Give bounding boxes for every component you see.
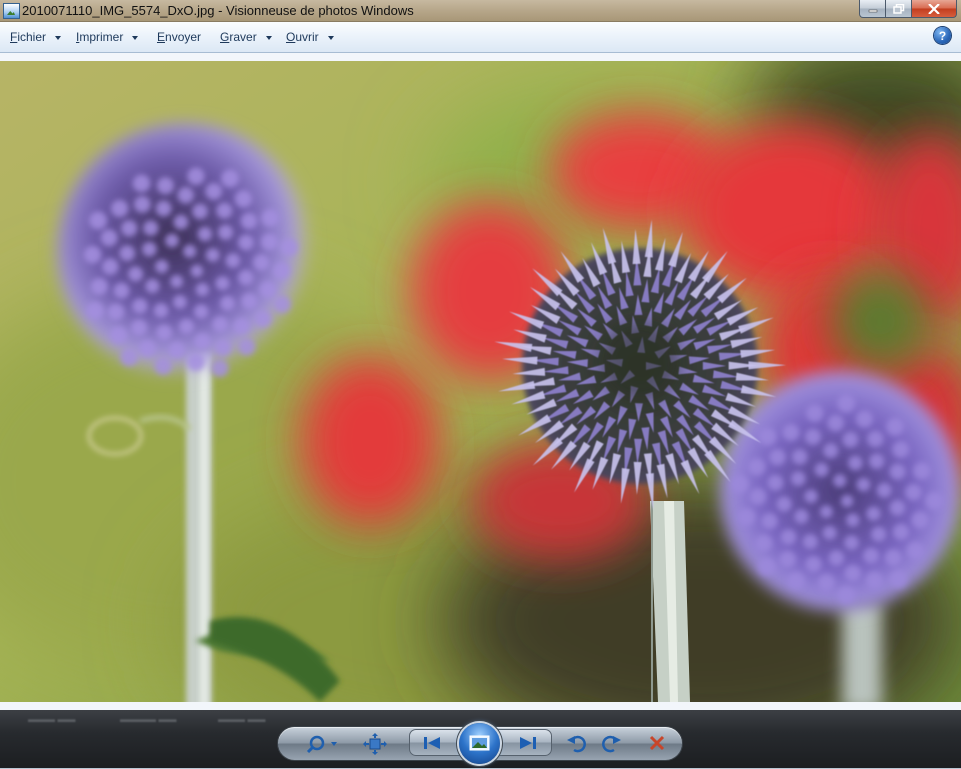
- previous-icon: [424, 737, 440, 749]
- menu-imprimer-label: Imprimer: [76, 30, 124, 44]
- chevron-down-icon: [265, 35, 272, 40]
- rotate-right-button[interactable]: [598, 731, 624, 755]
- menu-envoyer[interactable]: Envoyer: [157, 30, 201, 44]
- help-icon[interactable]: ?: [934, 27, 951, 44]
- photo-viewer-app-icon[interactable]: [3, 3, 20, 19]
- menu-ouvrir-label: Ouvrir: [286, 30, 319, 44]
- fit-window-button[interactable]: [362, 732, 388, 756]
- title-bar: 2010071110_IMG_5574_DxO.jpg - Visionneus…: [0, 0, 961, 22]
- menu-graver[interactable]: Graver: [220, 30, 272, 44]
- blurred-thumbnail-caption: ▬▬▬ ▬▬: [218, 714, 266, 724]
- slideshow-icon: [469, 735, 490, 751]
- close-icon: [928, 3, 940, 14]
- restore-icon: [892, 3, 904, 14]
- next-icon: [520, 737, 536, 749]
- next-button[interactable]: [514, 732, 542, 754]
- window-title: 2010071110_IMG_5574_DxO.jpg - Visionneus…: [22, 3, 414, 18]
- fit-window-icon: [363, 733, 387, 755]
- zoom-icon: [306, 735, 337, 754]
- previous-button[interactable]: [418, 732, 446, 754]
- restore-button[interactable]: [886, 0, 912, 18]
- menu-fichier[interactable]: Fichier: [10, 30, 62, 44]
- photo-display[interactable]: [0, 61, 961, 702]
- menu-graver-label: Graver: [220, 30, 257, 44]
- zoom-button[interactable]: [302, 732, 342, 756]
- rotate-left-icon: [567, 735, 586, 753]
- chevron-down-icon: [327, 35, 334, 40]
- chevron-down-icon: [132, 35, 139, 40]
- control-bar: ▬▬▬ ▬▬ ▬▬▬▬ ▬▬ ▬▬▬ ▬▬: [0, 710, 961, 768]
- blurred-thumbnail-caption: ▬▬▬▬ ▬▬: [120, 714, 177, 724]
- rotate-left-button[interactable]: [564, 731, 590, 755]
- menu-bar: Fichier Imprimer Envoyer Graver Ouvrir ?: [0, 22, 961, 53]
- close-button[interactable]: [912, 0, 957, 18]
- flower-photo: [0, 61, 961, 702]
- photo-top-margin: [0, 53, 961, 61]
- window-controls: [859, 0, 957, 18]
- minimize-icon: [868, 9, 877, 12]
- blurred-thumbnail-caption: ▬▬▬ ▬▬: [28, 714, 76, 724]
- menu-envoyer-label: Envoyer: [157, 30, 202, 44]
- slideshow-button[interactable]: [459, 723, 500, 764]
- delete-button[interactable]: [644, 731, 670, 755]
- photo-bottom-margin: [0, 702, 961, 710]
- menu-fichier-label: Fichier: [10, 30, 47, 44]
- delete-icon: [649, 735, 665, 751]
- menu-ouvrir[interactable]: Ouvrir: [286, 30, 334, 44]
- menu-imprimer[interactable]: Imprimer: [76, 30, 139, 44]
- chevron-down-icon: [55, 35, 62, 40]
- minimize-button[interactable]: [859, 0, 886, 18]
- rotate-right-icon: [602, 735, 621, 753]
